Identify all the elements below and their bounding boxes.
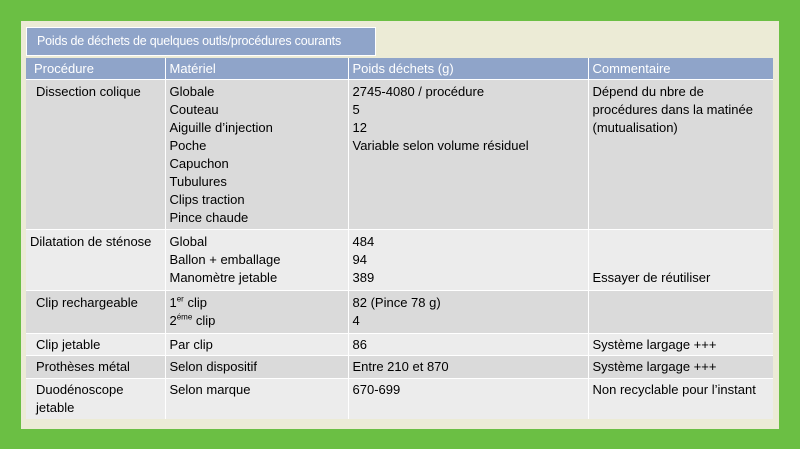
- table-header-row: Procédure Matériel Poids déchets (g) Com…: [26, 58, 773, 80]
- table-row: Dilatation de sténose Global Ballon + em…: [26, 229, 773, 291]
- commentaire-cell: Non recyclable pour l’instant: [587, 378, 773, 419]
- poids-cell: 2745-4080 / procédure 5 12 Variable selo…: [347, 79, 588, 230]
- poids-cell: Entre 210 et 870: [347, 355, 588, 379]
- commentaire-cell: [587, 290, 773, 334]
- table-row: Dissection colique Globale Couteau Aigui…: [26, 79, 773, 230]
- commentaire-cell: Système largage +++: [587, 333, 773, 356]
- poids-cell: 670-699: [347, 378, 588, 419]
- poids-cell: 86: [347, 333, 588, 356]
- header-materiel: Matériel: [164, 58, 348, 80]
- materiel-cell: Selon marque: [164, 378, 348, 419]
- table-title: Poids de déchets de quelques outls/procé…: [26, 27, 376, 56]
- commentaire-cell: Essayer de réutiliser: [587, 229, 773, 291]
- procedure-cell: Clip jetable: [26, 333, 165, 356]
- header-commentaire: Commentaire: [587, 58, 773, 80]
- materiel-cell: 1er clip 2éme clip: [164, 290, 348, 334]
- header-procedure: Procédure: [26, 58, 165, 80]
- procedure-cell: Clip rechargeable: [26, 290, 165, 334]
- table-row: Clip jetable Par clip 86 Système largage…: [26, 333, 773, 356]
- commentaire-cell: Dépend du nbre de procédures dans la mat…: [587, 79, 773, 230]
- materiel-cell: Selon dispositif: [164, 355, 348, 379]
- materiel-cell: Global Ballon + emballage Manomètre jeta…: [164, 229, 348, 291]
- table-row: Clip rechargeable 1er clip 2éme clip 82 …: [26, 290, 773, 334]
- table-row: Prothèses métal Selon dispositif Entre 2…: [26, 355, 773, 379]
- poids-cell: 484 94 389: [347, 229, 588, 291]
- poids-cell: 82 (Pince 78 g) 4: [347, 290, 588, 334]
- materiel-cell: Par clip: [164, 333, 348, 356]
- procedure-cell: Dilatation de sténose: [26, 229, 165, 291]
- procedure-cell: Duodénoscope jetable: [26, 378, 165, 419]
- materiel-cell: Globale Couteau Aiguille d’injection Poc…: [164, 79, 348, 230]
- header-poids: Poids déchets (g): [347, 58, 588, 80]
- procedure-cell: Dissection colique: [26, 79, 165, 230]
- table-row: Duodénoscope jetable Selon marque 670-69…: [26, 378, 773, 419]
- commentaire-cell: Système largage +++: [587, 355, 773, 379]
- procedure-cell: Prothèses métal: [26, 355, 165, 379]
- slide-panel: Poids de déchets de quelques outls/procé…: [21, 21, 779, 429]
- waste-weight-table: Procédure Matériel Poids déchets (g) Com…: [26, 58, 773, 419]
